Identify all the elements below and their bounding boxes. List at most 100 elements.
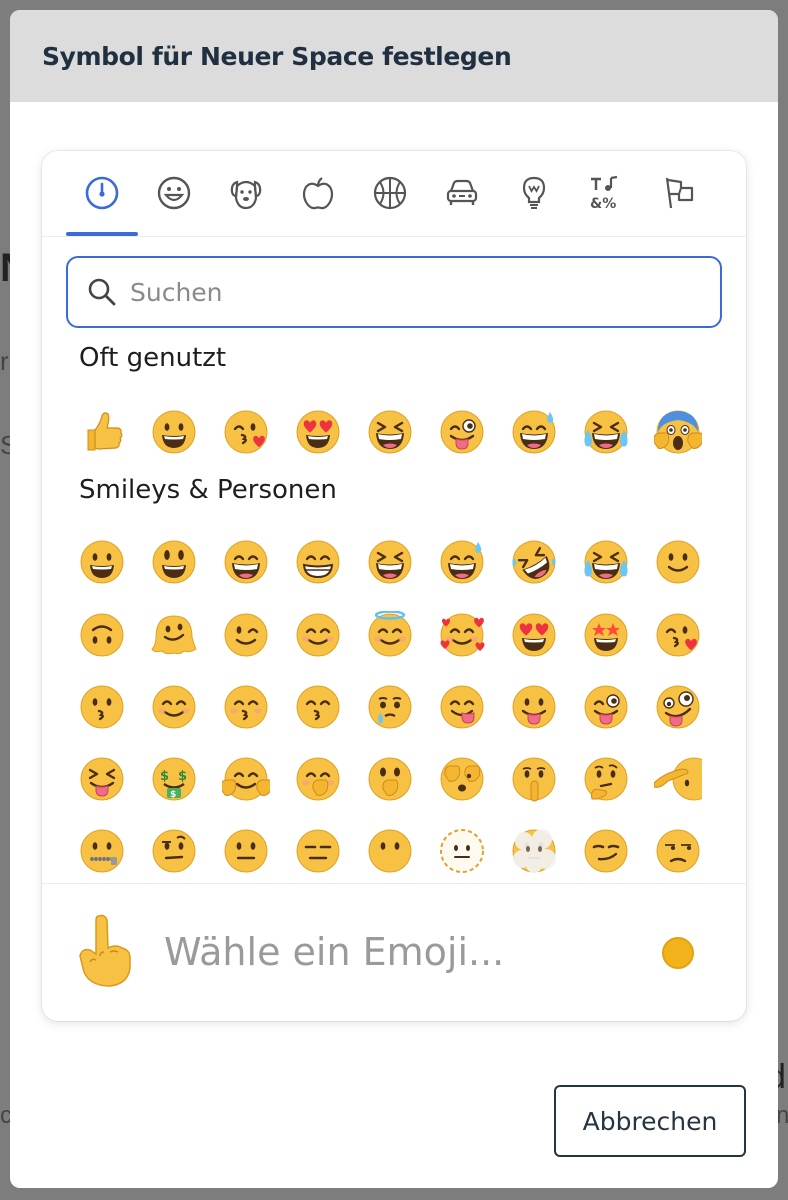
emoji-sweat-smile[interactable] — [498, 401, 570, 463]
emoji-neutral-face[interactable] — [210, 820, 282, 882]
emoji-zany-face[interactable] — [642, 676, 714, 738]
emoji-beaming-face[interactable] — [282, 531, 354, 593]
face-blowing-kiss-icon — [224, 410, 268, 454]
emoji-thumbs-up[interactable] — [66, 401, 138, 463]
tab-category-4[interactable] — [354, 151, 426, 235]
emoji-row — [66, 604, 714, 666]
emoji-kissing-closed-eyes[interactable] — [210, 676, 282, 738]
emoji-winking-tongue[interactable] — [570, 676, 642, 738]
emoji-face-blowing-kiss[interactable] — [642, 604, 714, 666]
emoji-tears-of-joy[interactable] — [570, 531, 642, 593]
emoji-face-blowing-kiss[interactable] — [210, 401, 282, 463]
emoji-holding-back-tears[interactable] — [354, 676, 426, 738]
slightly-smiling-icon — [656, 540, 700, 584]
pointing-up-icon — [79, 914, 131, 987]
sweat-smile-icon — [512, 410, 556, 454]
emoji-grinning-face[interactable] — [66, 531, 138, 593]
emoji-screaming-in-fear[interactable] — [642, 401, 714, 463]
emoji-money-mouth[interactable]: $ $ $ — [138, 748, 210, 810]
emoji-preview: Wähle ein Emoji... — [42, 883, 746, 1021]
emoji-grinning-smiling-eyes[interactable] — [210, 531, 282, 593]
emoji-kissing-face[interactable] — [66, 676, 138, 738]
emoji-sweat-smile[interactable] — [426, 531, 498, 593]
grinning-face-icon — [80, 540, 124, 584]
emoji-face-in-clouds[interactable] — [498, 820, 570, 882]
emoji-heart-eyes[interactable] — [498, 604, 570, 666]
emoji-smirking-face[interactable] — [570, 820, 642, 882]
emoji-smiling-relaxed[interactable] — [138, 676, 210, 738]
emoji-thinking-face[interactable] — [570, 748, 642, 810]
emoji-smiling-with-hearts[interactable] — [426, 604, 498, 666]
emoji-saluting-face[interactable] — [642, 748, 714, 810]
emoji-open-eyes-hand-over-mouth[interactable] — [354, 748, 426, 810]
emoji-heart-eyes[interactable] — [282, 401, 354, 463]
skin-tone-selector[interactable] — [662, 937, 694, 969]
tears-of-joy-icon — [584, 540, 628, 584]
background-fragment: r — [0, 346, 9, 376]
tab-category-8[interactable] — [642, 151, 714, 235]
flag-icon — [665, 177, 694, 209]
emoji-tears-of-joy[interactable] — [570, 401, 642, 463]
svg-text:$: $ — [160, 769, 169, 784]
kissing-smiling-eyes-icon — [296, 685, 340, 729]
emoji-winking-tongue[interactable] — [426, 401, 498, 463]
emoji-raised-eyebrow[interactable] — [138, 820, 210, 882]
emoji-hugging-face[interactable] — [210, 748, 282, 810]
tab-category-3[interactable] — [282, 151, 354, 235]
emoji-no-mouth[interactable] — [354, 820, 426, 882]
dialog-header: Symbol für Neuer Space festlegen — [10, 10, 778, 102]
kissing-closed-eyes-icon — [224, 685, 268, 729]
tears-of-joy-icon — [584, 410, 628, 454]
search-box[interactable] — [66, 256, 722, 328]
dog-icon — [230, 180, 262, 210]
search-input[interactable] — [130, 277, 690, 307]
emoji-shushing-face[interactable] — [498, 748, 570, 810]
emoji-peeking-eye[interactable] — [426, 748, 498, 810]
emoji-picker: &% Oft genutzt Smileys & Personen $$$ Wä… — [42, 151, 746, 1021]
tab-category-6[interactable] — [498, 151, 570, 235]
heart-eyes-icon — [512, 613, 556, 657]
emoji-melting-face[interactable] — [138, 604, 210, 666]
smirking-face-icon — [584, 829, 628, 873]
emoji-winking-face[interactable] — [210, 604, 282, 666]
tab-category-2[interactable] — [210, 151, 282, 235]
open-eyes-hand-over-mouth-icon — [368, 757, 412, 801]
emoji-star-struck[interactable] — [570, 604, 642, 666]
emoji-squinting-laugh[interactable] — [354, 401, 426, 463]
emoji-halo[interactable] — [354, 604, 426, 666]
holding-back-tears-icon — [368, 685, 412, 729]
emoji-hand-over-mouth[interactable] — [282, 748, 354, 810]
grinning-face-icon — [152, 410, 196, 454]
zany-face-icon — [656, 685, 700, 729]
emoji-squinting-tongue[interactable] — [66, 748, 138, 810]
emoji-kissing-smiling-eyes[interactable] — [282, 676, 354, 738]
winking-face-icon — [224, 613, 268, 657]
emoji-zipper-mouth[interactable] — [66, 820, 138, 882]
tab-category-7[interactable]: &% — [570, 151, 642, 235]
tab-category-5[interactable] — [426, 151, 498, 235]
tab-category-1[interactable] — [138, 151, 210, 235]
halo-icon — [368, 611, 412, 657]
emoji-smiling-eyes[interactable] — [282, 604, 354, 666]
melting-face-icon — [151, 615, 197, 655]
symbols-icon: &% — [590, 175, 618, 212]
emoji-grinning-face[interactable] — [138, 401, 210, 463]
emoji-upside-down[interactable] — [66, 604, 138, 666]
emoji-slightly-smiling[interactable] — [642, 531, 714, 593]
emoji-expressionless[interactable] — [282, 820, 354, 882]
emoji-rolling-on-floor-laughing[interactable] — [498, 531, 570, 593]
svg-text:$: $ — [170, 790, 176, 800]
hugging-face-icon — [222, 757, 270, 801]
peeking-eye-icon — [440, 757, 484, 801]
section-title-frequent: Oft genutzt — [79, 343, 227, 373]
cancel-button[interactable]: Abbrechen — [554, 1085, 746, 1157]
emoji-grinning-big-eyes[interactable] — [138, 531, 210, 593]
emoji-savoring-food[interactable] — [426, 676, 498, 738]
emoji-squinting-laugh[interactable] — [354, 531, 426, 593]
emoji-tongue-out[interactable] — [498, 676, 570, 738]
emoji-unamused-face[interactable] — [642, 820, 714, 882]
winking-tongue-icon — [584, 685, 628, 729]
neutral-face-icon — [224, 829, 268, 873]
emoji-dotted-line-face[interactable] — [426, 820, 498, 882]
tab-category-0[interactable] — [66, 151, 138, 236]
